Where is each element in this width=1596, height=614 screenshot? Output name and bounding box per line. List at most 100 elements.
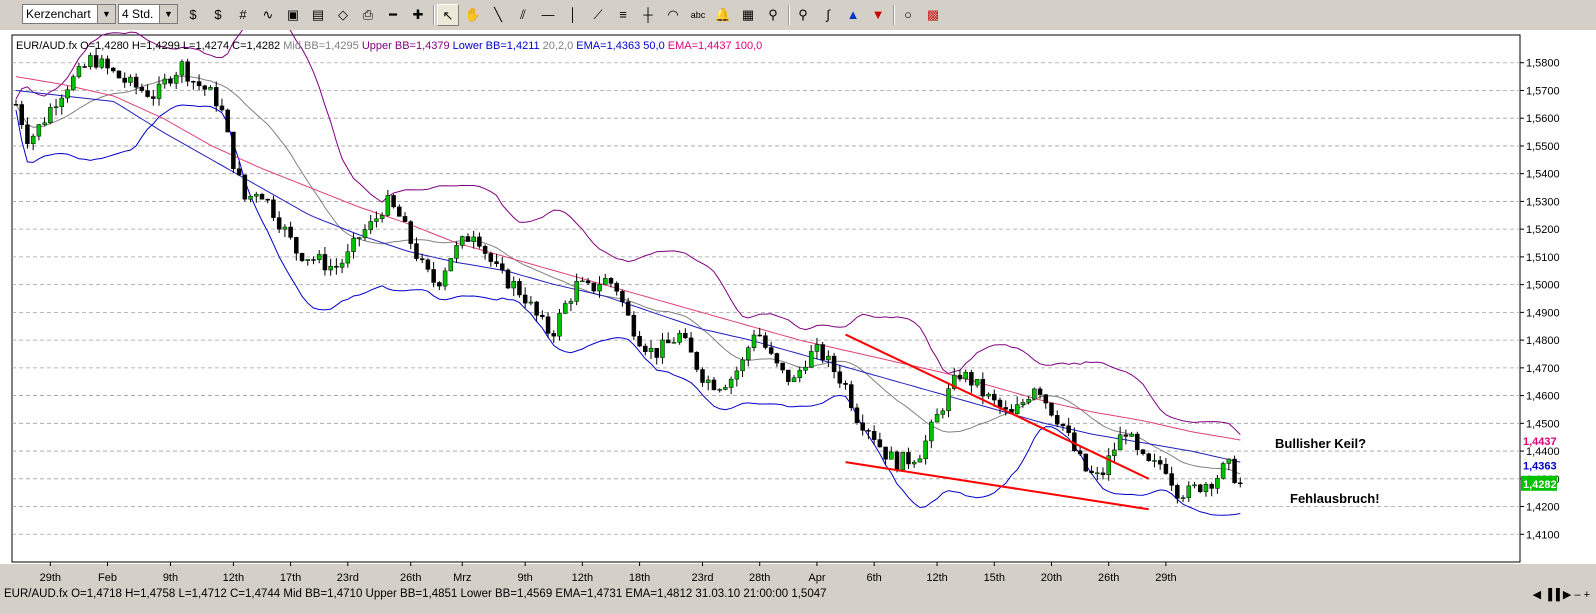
chevron-down-icon[interactable]: ▼ [97,5,115,23]
candle-body [48,107,53,124]
candle-body [1066,425,1071,433]
candle-body [728,378,734,388]
candle-body [1135,433,1140,451]
color-palette-icon[interactable]: ▩ [922,4,944,26]
candle [1049,402,1054,417]
fan-icon[interactable]: ⟋ [587,4,609,26]
candle-body [986,393,991,397]
candle-body [225,109,230,133]
candle-body [128,76,133,83]
eraser-icon[interactable]: ◇ [332,4,354,26]
x-tick-label: 18th [629,572,650,584]
candle [1146,452,1151,462]
price-badge-label: 1,4437 [1523,436,1557,448]
candle-body [734,370,740,380]
candle-body [1140,449,1146,455]
arrow-up-icon[interactable]: ▲ [842,4,864,26]
candle-body [608,278,614,284]
candle-body [236,168,242,176]
candle-body [231,131,236,169]
scroll-right-icon[interactable]: ▶ [1563,589,1571,601]
candle-body [454,245,459,259]
arc-icon[interactable]: ◠ [662,4,684,26]
legend-item: Upper BB=1,4379 [359,40,450,52]
circle-icon[interactable]: ○ [897,4,919,26]
candle-body [1095,472,1100,475]
price-badge: 1,4363 [1523,460,1557,472]
candle-body [477,236,482,247]
hand-icon[interactable]: ✋ [462,4,484,26]
candle-body [1215,478,1220,489]
candle-body [334,265,339,268]
chart-area[interactable]: 1,5800 1,5700 1,5600 1,5500 1,5400 1,5300 1,52… [0,16,1596,614]
grid-icon[interactable]: # [232,4,254,26]
candle-body [1020,402,1026,405]
zoom-out-icon[interactable]: ━ [382,4,404,26]
line-chart-icon[interactable]: ∿ [257,4,279,26]
zoom-out-icon[interactable]: – [1574,589,1580,601]
candle-body [1238,482,1243,485]
x-tick-label: 12th [926,572,947,584]
photo-icon[interactable]: ▤ [307,4,329,26]
pause-icon[interactable]: ▐▐ [1544,589,1560,601]
price-badge: 1,4437 [1523,436,1557,448]
candle-body [562,303,568,314]
candle-body [265,198,270,201]
candle-body [671,342,677,344]
candle-body [30,135,36,144]
magnifier-icon[interactable]: ⚲ [762,4,784,26]
y-tick-label: 1,5300 [1526,196,1560,208]
annotation-label: Bullisher Keil? [1275,436,1366,451]
x-tick-label: 26th [400,572,421,584]
interval-select[interactable]: 4 Std. ▼ [118,4,178,24]
candle [820,342,825,364]
candle-body [1032,388,1037,400]
hline-icon[interactable]: — [537,4,559,26]
candle [231,131,236,174]
x-tick-label: Feb [98,572,117,584]
vline-icon[interactable]: │ [562,4,584,26]
print-icon[interactable]: ⎙ [357,4,379,26]
candle-body [42,122,47,125]
candle-body [705,379,711,383]
candle-body [751,334,757,348]
candle-body [1129,433,1134,437]
zoom-in-icon[interactable]: + [1584,589,1590,601]
calculator-icon[interactable]: ▦ [737,4,759,26]
arrow-down-icon[interactable]: ▼ [867,4,889,26]
candle-body [471,236,476,242]
candle-body [603,278,608,285]
chart-type-select[interactable]: Kerzenchart ▼ [22,4,116,24]
candle-body [162,78,167,85]
candle-body [866,430,871,432]
fibo-icon[interactable]: ≡ [612,4,634,26]
candle-body [717,389,722,391]
candlestick-chart[interactable]: 1,5800 1,5700 1,5600 1,5500 1,5400 1,5300 1,52… [0,16,1596,586]
candle-body [1083,453,1089,472]
candle-body [723,387,728,390]
candle-body [545,316,551,334]
candle-body [625,301,631,316]
pan-right-icon[interactable]: $ [207,4,229,26]
candle-body [643,345,648,353]
legend-item: EMA=1,4437 [665,40,732,52]
pan-left-icon[interactable]: $ [182,4,204,26]
x-tick-label: 26th [1098,572,1119,584]
candle-body [505,269,511,289]
wave-icon[interactable]: ∫ [817,4,839,26]
search-icon[interactable]: ⚲ [792,4,814,26]
text-icon[interactable]: abc [687,4,709,26]
candle-body [1209,484,1214,489]
candle-body [551,333,557,337]
image-icon[interactable]: ▣ [282,4,304,26]
candle-body [219,105,225,111]
cursor-icon[interactable]: ↖ [437,4,459,26]
scroll-left-icon[interactable]: ◀ [1533,589,1541,601]
zoom-in-icon[interactable]: ✚ [407,4,429,26]
line-tool-icon[interactable]: ╲ [487,4,509,26]
chevron-down-icon[interactable]: ▼ [159,5,177,23]
bell-icon[interactable]: 🔔 [712,4,734,26]
parallel-lines-icon[interactable]: ⫽ [512,4,534,26]
candle-body [1123,434,1129,437]
crosshair-icon[interactable]: ┼ [637,4,659,26]
